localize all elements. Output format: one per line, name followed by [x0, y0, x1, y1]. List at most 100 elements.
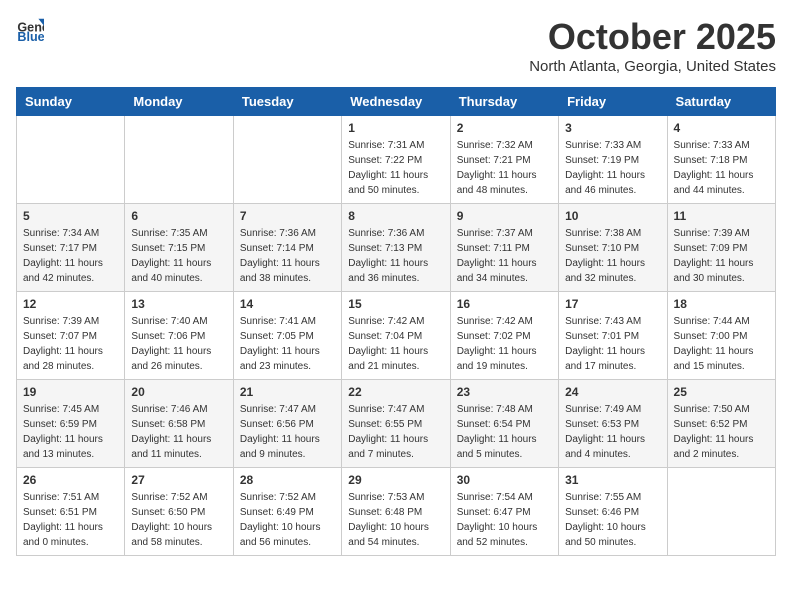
day-number: 11	[674, 209, 769, 223]
cell-week2-day5: 17 Sunrise: 7:43 AM Sunset: 7:01 PM Dayli…	[559, 292, 667, 380]
day-info: Sunrise: 7:32 AM Sunset: 7:21 PM Dayligh…	[457, 138, 552, 198]
day-info: Sunrise: 7:43 AM Sunset: 7:01 PM Dayligh…	[565, 314, 660, 374]
col-monday: Monday	[125, 88, 233, 116]
cell-week4-day2: 28 Sunrise: 7:52 AM Sunset: 6:49 PM Dayli…	[233, 468, 341, 556]
day-number: 27	[131, 473, 226, 487]
cell-week0-day1	[125, 116, 233, 204]
day-info: Sunrise: 7:33 AM Sunset: 7:19 PM Dayligh…	[565, 138, 660, 198]
week-row-2: 12 Sunrise: 7:39 AM Sunset: 7:07 PM Dayli…	[17, 292, 776, 380]
day-number: 18	[674, 297, 769, 311]
day-info: Sunrise: 7:47 AM Sunset: 6:55 PM Dayligh…	[348, 402, 443, 462]
week-row-3: 19 Sunrise: 7:45 AM Sunset: 6:59 PM Dayli…	[17, 380, 776, 468]
day-number: 7	[240, 209, 335, 223]
day-info: Sunrise: 7:52 AM Sunset: 6:50 PM Dayligh…	[131, 490, 226, 550]
cell-week1-day5: 10 Sunrise: 7:38 AM Sunset: 7:10 PM Dayli…	[559, 204, 667, 292]
cell-week4-day5: 31Sunrise: 7:55 AM Sunset: 6:46 PM Dayli…	[559, 468, 667, 556]
cell-week4-day3: 29 Sunrise: 7:53 AM Sunset: 6:48 PM Dayli…	[342, 468, 450, 556]
day-info: Sunrise: 7:54 AM Sunset: 6:47 PM Dayligh…	[457, 490, 552, 550]
cell-week1-day6: 11Sunrise: 7:39 AM Sunset: 7:09 PM Dayli…	[667, 204, 775, 292]
day-number: 6	[131, 209, 226, 223]
day-number: 2	[457, 121, 552, 135]
cell-week1-day2: 7Sunrise: 7:36 AM Sunset: 7:14 PM Daylig…	[233, 204, 341, 292]
cell-week2-day4: 16 Sunrise: 7:42 AM Sunset: 7:02 PM Dayli…	[450, 292, 558, 380]
cell-week0-day0	[17, 116, 125, 204]
cell-week3-day2: 21Sunrise: 7:47 AM Sunset: 6:56 PM Dayli…	[233, 380, 341, 468]
day-info: Sunrise: 7:52 AM Sunset: 6:49 PM Dayligh…	[240, 490, 335, 550]
day-number: 10	[565, 209, 660, 223]
week-row-0: 1Sunrise: 7:31 AM Sunset: 7:22 PM Daylig…	[17, 116, 776, 204]
cell-week3-day3: 22 Sunrise: 7:47 AM Sunset: 6:55 PM Dayli…	[342, 380, 450, 468]
cell-week4-day6	[667, 468, 775, 556]
page-header: General Blue October 2025 North Atlanta,…	[16, 16, 776, 75]
calendar-table: Sunday Monday Tuesday Wednesday Thursday…	[16, 87, 776, 556]
day-info: Sunrise: 7:44 AM Sunset: 7:00 PM Dayligh…	[674, 314, 769, 374]
day-number: 4	[674, 121, 769, 135]
cell-week2-day6: 18 Sunrise: 7:44 AM Sunset: 7:00 PM Dayli…	[667, 292, 775, 380]
logo-icon: General Blue	[16, 16, 44, 44]
day-number: 23	[457, 385, 552, 399]
day-info: Sunrise: 7:42 AM Sunset: 7:02 PM Dayligh…	[457, 314, 552, 374]
day-number: 29	[348, 473, 443, 487]
cell-week1-day4: 9 Sunrise: 7:37 AM Sunset: 7:11 PM Daylig…	[450, 204, 558, 292]
svg-text:Blue: Blue	[17, 30, 44, 44]
day-number: 17	[565, 297, 660, 311]
cell-week0-day6: 4 Sunrise: 7:33 AM Sunset: 7:18 PM Daylig…	[667, 116, 775, 204]
day-info: Sunrise: 7:36 AM Sunset: 7:13 PM Dayligh…	[348, 226, 443, 286]
day-number: 30	[457, 473, 552, 487]
cell-week0-day4: 2 Sunrise: 7:32 AM Sunset: 7:21 PM Daylig…	[450, 116, 558, 204]
day-info: Sunrise: 7:48 AM Sunset: 6:54 PM Dayligh…	[457, 402, 552, 462]
cell-week2-day3: 15Sunrise: 7:42 AM Sunset: 7:04 PM Dayli…	[342, 292, 450, 380]
day-info: Sunrise: 7:46 AM Sunset: 6:58 PM Dayligh…	[131, 402, 226, 462]
calendar-subtitle: North Atlanta, Georgia, United States	[529, 58, 776, 75]
day-info: Sunrise: 7:37 AM Sunset: 7:11 PM Dayligh…	[457, 226, 552, 286]
cell-week4-day0: 26 Sunrise: 7:51 AM Sunset: 6:51 PM Dayli…	[17, 468, 125, 556]
day-number: 12	[23, 297, 118, 311]
cell-week2-day0: 12 Sunrise: 7:39 AM Sunset: 7:07 PM Dayli…	[17, 292, 125, 380]
col-sunday: Sunday	[17, 88, 125, 116]
col-saturday: Saturday	[667, 88, 775, 116]
day-info: Sunrise: 7:49 AM Sunset: 6:53 PM Dayligh…	[565, 402, 660, 462]
day-number: 25	[674, 385, 769, 399]
logo: General Blue	[16, 16, 44, 44]
cell-week3-day6: 25 Sunrise: 7:50 AM Sunset: 6:52 PM Dayli…	[667, 380, 775, 468]
day-info: Sunrise: 7:45 AM Sunset: 6:59 PM Dayligh…	[23, 402, 118, 462]
cell-week3-day1: 20 Sunrise: 7:46 AM Sunset: 6:58 PM Dayli…	[125, 380, 233, 468]
day-number: 22	[348, 385, 443, 399]
day-number: 16	[457, 297, 552, 311]
day-number: 9	[457, 209, 552, 223]
title-block: October 2025 North Atlanta, Georgia, Uni…	[529, 16, 776, 75]
day-info: Sunrise: 7:39 AM Sunset: 7:07 PM Dayligh…	[23, 314, 118, 374]
day-number: 8	[348, 209, 443, 223]
day-info: Sunrise: 7:50 AM Sunset: 6:52 PM Dayligh…	[674, 402, 769, 462]
day-info: Sunrise: 7:40 AM Sunset: 7:06 PM Dayligh…	[131, 314, 226, 374]
calendar-header-row: Sunday Monday Tuesday Wednesday Thursday…	[17, 88, 776, 116]
day-number: 3	[565, 121, 660, 135]
cell-week4-day4: 30 Sunrise: 7:54 AM Sunset: 6:47 PM Dayli…	[450, 468, 558, 556]
day-number: 19	[23, 385, 118, 399]
day-info: Sunrise: 7:53 AM Sunset: 6:48 PM Dayligh…	[348, 490, 443, 550]
day-info: Sunrise: 7:38 AM Sunset: 7:10 PM Dayligh…	[565, 226, 660, 286]
col-friday: Friday	[559, 88, 667, 116]
day-number: 5	[23, 209, 118, 223]
day-number: 24	[565, 385, 660, 399]
day-number: 21	[240, 385, 335, 399]
day-number: 15	[348, 297, 443, 311]
day-number: 31	[565, 473, 660, 487]
day-number: 26	[23, 473, 118, 487]
day-number: 20	[131, 385, 226, 399]
cell-week1-day0: 5 Sunrise: 7:34 AM Sunset: 7:17 PM Daylig…	[17, 204, 125, 292]
day-info: Sunrise: 7:51 AM Sunset: 6:51 PM Dayligh…	[23, 490, 118, 550]
day-number: 28	[240, 473, 335, 487]
cell-week3-day5: 24 Sunrise: 7:49 AM Sunset: 6:53 PM Dayli…	[559, 380, 667, 468]
week-row-4: 26 Sunrise: 7:51 AM Sunset: 6:51 PM Dayli…	[17, 468, 776, 556]
cell-week3-day4: 23 Sunrise: 7:48 AM Sunset: 6:54 PM Dayli…	[450, 380, 558, 468]
day-info: Sunrise: 7:33 AM Sunset: 7:18 PM Dayligh…	[674, 138, 769, 198]
calendar-title: October 2025	[529, 16, 776, 58]
day-info: Sunrise: 7:34 AM Sunset: 7:17 PM Dayligh…	[23, 226, 118, 286]
cell-week0-day3: 1Sunrise: 7:31 AM Sunset: 7:22 PM Daylig…	[342, 116, 450, 204]
day-info: Sunrise: 7:41 AM Sunset: 7:05 PM Dayligh…	[240, 314, 335, 374]
day-number: 1	[348, 121, 443, 135]
cell-week4-day1: 27 Sunrise: 7:52 AM Sunset: 6:50 PM Dayli…	[125, 468, 233, 556]
cell-week0-day5: 3 Sunrise: 7:33 AM Sunset: 7:19 PM Daylig…	[559, 116, 667, 204]
day-info: Sunrise: 7:35 AM Sunset: 7:15 PM Dayligh…	[131, 226, 226, 286]
